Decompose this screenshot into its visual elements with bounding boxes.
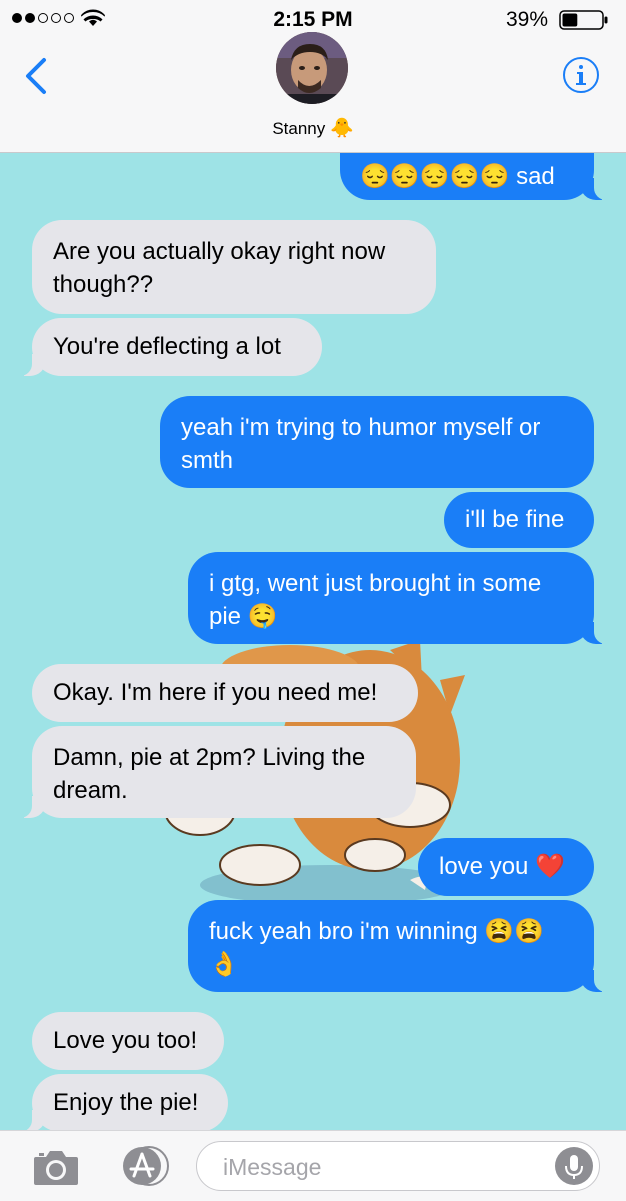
message-text: Damn, pie at 2pm? Living the dream. [53,744,366,804]
message-outgoing[interactable]: yeah i'm trying to humor myself or smth [160,396,594,488]
contact-name[interactable]: Stanny 🐥 [0,116,626,140]
app-store-icon[interactable] [112,1145,170,1187]
message-text: Are you actually okay right now though?? [53,238,386,298]
compose-bar [0,1130,626,1201]
info-icon[interactable] [562,56,600,94]
message-text: i gtg, went just brought in some pie 🤤 [209,570,542,630]
message-outgoing[interactable]: i'll be fine [444,492,594,548]
conversation-header: 2:15 PM 39% Stanny 🐥 [0,0,626,153]
message-incoming[interactable]: Damn, pie at 2pm? Living the dream. [12,726,416,818]
message-text: love you ❤️ [439,853,565,880]
message-text: Love you too! [53,1027,198,1054]
message-incoming[interactable]: Okay. I'm here if you need me! [32,664,418,722]
message-input[interactable] [221,1152,545,1182]
camera-icon[interactable] [32,1147,80,1187]
message-outgoing[interactable]: 😔😔😔😔😔 sad [340,150,614,200]
contact-name-text: Stanny [272,119,326,138]
message-incoming[interactable]: Enjoy the pie! [12,1074,228,1132]
message-text: Enjoy the pie! [53,1089,199,1116]
message-incoming[interactable]: Are you actually okay right now though?? [32,220,436,314]
contact-avatar[interactable] [276,32,348,104]
message-incoming[interactable]: Love you too! [32,1012,224,1070]
message-text: Okay. I'm here if you need me! [53,679,378,706]
message-thread[interactable]: 😔😔😔😔😔 sad Are you actually okay right no… [0,0,626,1200]
back-chevron-icon[interactable] [20,56,52,96]
message-text: i'll be fine [465,506,565,533]
avatar-photo [276,32,348,104]
message-text: You're deflecting a lot [53,333,281,360]
message-incoming[interactable]: You're deflecting a lot [12,318,322,376]
contact-emoji: 🐥 [330,118,354,139]
message-text: 😔😔😔😔😔 sad [360,163,555,190]
message-text: yeah i'm trying to humor myself or smth [181,414,541,474]
message-outgoing[interactable]: love you ❤️ [418,838,594,896]
message-outgoing[interactable]: i gtg, went just brought in some pie 🤤 [188,552,614,644]
message-text: fuck yeah bro i'm winning 😫😫👌 [209,918,545,978]
message-input-container [196,1141,600,1191]
microphone-icon [565,1155,583,1179]
message-outgoing[interactable]: fuck yeah bro i'm winning 😫😫👌 [188,900,614,992]
microphone-button[interactable] [555,1147,593,1185]
battery-icon [559,10,608,30]
battery-percentage: 39% [505,8,548,31]
